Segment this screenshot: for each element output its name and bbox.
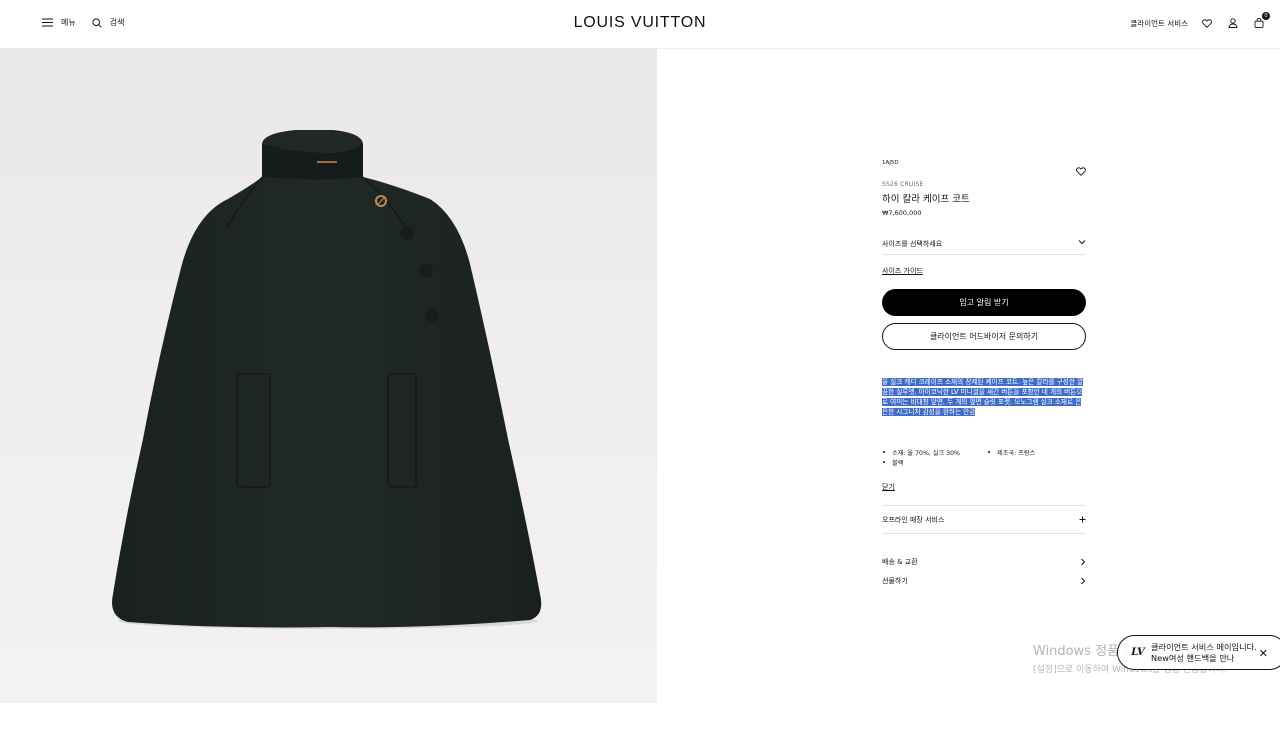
heart-icon: [1076, 167, 1086, 176]
product-image[interactable]: [0, 49, 657, 703]
bag-icon: [1254, 18, 1264, 28]
size-select[interactable]: 사이즈를 선택하세요: [882, 239, 1086, 255]
spec-material: 소재: 울 70%, 실크 30%: [882, 448, 987, 457]
shipping-exchange-label: 배송 & 교환: [882, 557, 918, 566]
site-header: 메뉴 검색 LOUIS VUITTON 클라이언트 서비스 0: [0, 0, 1280, 49]
cart-count-badge: 0: [1262, 12, 1270, 20]
chat-message: 클라이언트 서비스 메이입니다. New여성 핸드백을 만나: [1151, 641, 1257, 663]
product-sku: 1AJ5D: [882, 160, 899, 166]
account-button[interactable]: [1226, 16, 1240, 30]
product-info: 1AJ5D SS26 CRUISE 하이 칼라 케이프 코트 ₩7,600,00…: [882, 160, 1086, 590]
close-details-link[interactable]: 닫기: [882, 482, 895, 492]
chevron-right-icon: [1081, 577, 1086, 584]
wishlist-button[interactable]: [1200, 16, 1214, 30]
close-icon[interactable]: ✕: [1259, 647, 1268, 660]
product-price: ₩7,600,000: [882, 209, 922, 217]
chevron-right-icon: [1081, 558, 1086, 565]
gift-link[interactable]: 선물하기: [882, 571, 1086, 590]
product-name: 하이 칼라 케이프 코트: [882, 194, 970, 205]
spec-color: 블랙: [882, 458, 987, 467]
offline-store-service-accordion[interactable]: 오프라인 매장 서비스: [882, 505, 1086, 534]
client-service-chat-bubble[interactable]: LV 클라이언트 서비스 메이입니다. New여성 핸드백을 만나 ✕: [1117, 635, 1280, 670]
chevron-down-icon: [1078, 240, 1086, 245]
contact-advisor-button[interactable]: 클라이언트 어드바이저 문의하기: [882, 323, 1086, 350]
product-collection: SS26 CRUISE: [882, 181, 924, 188]
product-specs: 소재: 울 70%, 실크 30% 제조국: 프랑스 블랙: [882, 448, 1086, 467]
size-guide-link[interactable]: 사이즈 가이드: [882, 266, 923, 276]
offline-store-service-label: 오프라인 매장 서비스: [882, 515, 945, 524]
lv-logo-icon: LV: [1131, 647, 1145, 658]
brand-logo-container: LOUIS VUITTON: [0, 14, 1280, 32]
cape-coat-image: [112, 130, 542, 629]
notify-restock-button[interactable]: 입고 알림 받기: [882, 289, 1086, 316]
gift-label: 선물하기: [882, 576, 908, 585]
spec-origin: 제조국: 프랑스: [987, 448, 1086, 457]
product-description: 울 실크 캐디 크레이프 소재의 정제된 케이프 코트. 높은 칼라를 구성한 …: [882, 377, 1086, 417]
cart-button[interactable]: 0: [1252, 12, 1270, 30]
shipping-exchange-link[interactable]: 배송 & 교환: [882, 552, 1086, 571]
product-wishlist-button[interactable]: [1076, 161, 1086, 180]
header-right: 클라이언트 서비스 0: [1130, 12, 1270, 30]
client-service-link[interactable]: 클라이언트 서비스: [1130, 18, 1188, 29]
size-select-label: 사이즈를 선택하세요: [882, 240, 943, 248]
plus-icon: [1079, 516, 1086, 523]
heart-icon: [1202, 18, 1212, 28]
user-icon: [1228, 18, 1238, 28]
brand-logo[interactable]: LOUIS VUITTON: [574, 14, 707, 31]
product-description-text: 울 실크 캐디 크레이프 소재의 정제된 케이프 코트. 높은 칼라를 구성한 …: [882, 378, 1084, 416]
